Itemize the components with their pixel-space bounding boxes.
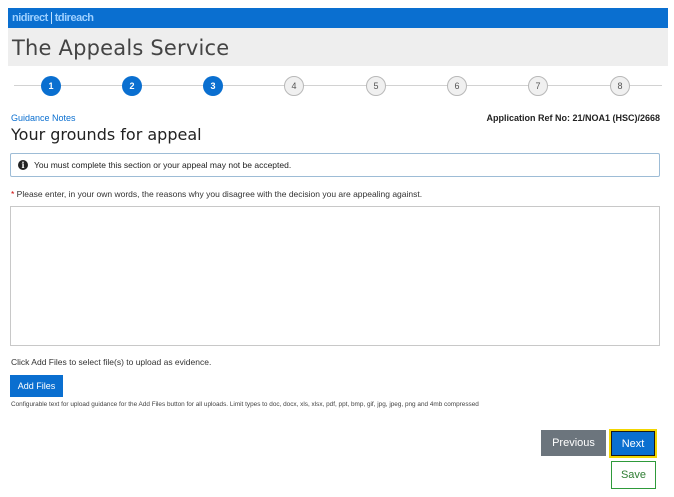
- step-8: 8: [610, 76, 630, 96]
- step-6: 6: [447, 76, 467, 96]
- upload-guidance-text: Configurable text for upload guidance fo…: [11, 401, 479, 408]
- logo-divider: [50, 12, 52, 24]
- step-7: 7: [528, 76, 548, 96]
- completion-notice: i You must complete this section or your…: [10, 153, 660, 177]
- step-2: 2: [122, 76, 142, 96]
- step-5: 5: [366, 76, 386, 96]
- page-title: Your grounds for appeal: [11, 125, 202, 144]
- add-files-hint: Click Add Files to select file(s) to upl…: [11, 357, 212, 367]
- progress-stepper: 1 2 3 4 5 6 7 8: [8, 74, 668, 98]
- reasons-label: * Please enter, in your own words, the r…: [11, 189, 422, 199]
- brand-bar: nidirect tdireach: [8, 8, 668, 28]
- logo-text-primary: nidirect: [12, 12, 48, 24]
- next-button[interactable]: Next: [609, 429, 657, 458]
- previous-button[interactable]: Previous: [541, 430, 606, 456]
- step-4: 4: [284, 76, 304, 96]
- reasons-prompt-text: Please enter, in your own words, the rea…: [14, 189, 423, 199]
- guidance-notes-link[interactable]: Guidance Notes: [11, 113, 76, 123]
- add-files-button[interactable]: Add Files: [10, 375, 63, 397]
- reasons-textarea[interactable]: [10, 206, 660, 346]
- stepper-track: [14, 85, 662, 86]
- logo-text-secondary: tdireach: [54, 12, 94, 24]
- step-3: 3: [203, 76, 223, 96]
- info-icon: i: [18, 160, 28, 170]
- save-button[interactable]: Save: [611, 461, 656, 489]
- application-ref: Application Ref No: 21/NOA1 (HSC)/2668: [486, 113, 660, 123]
- app-title: The Appeals Service: [12, 36, 230, 60]
- app-header: The Appeals Service: [8, 28, 668, 66]
- notice-text: You must complete this section or your a…: [34, 160, 292, 170]
- nidirect-logo[interactable]: nidirect tdireach: [12, 10, 94, 26]
- step-1: 1: [41, 76, 61, 96]
